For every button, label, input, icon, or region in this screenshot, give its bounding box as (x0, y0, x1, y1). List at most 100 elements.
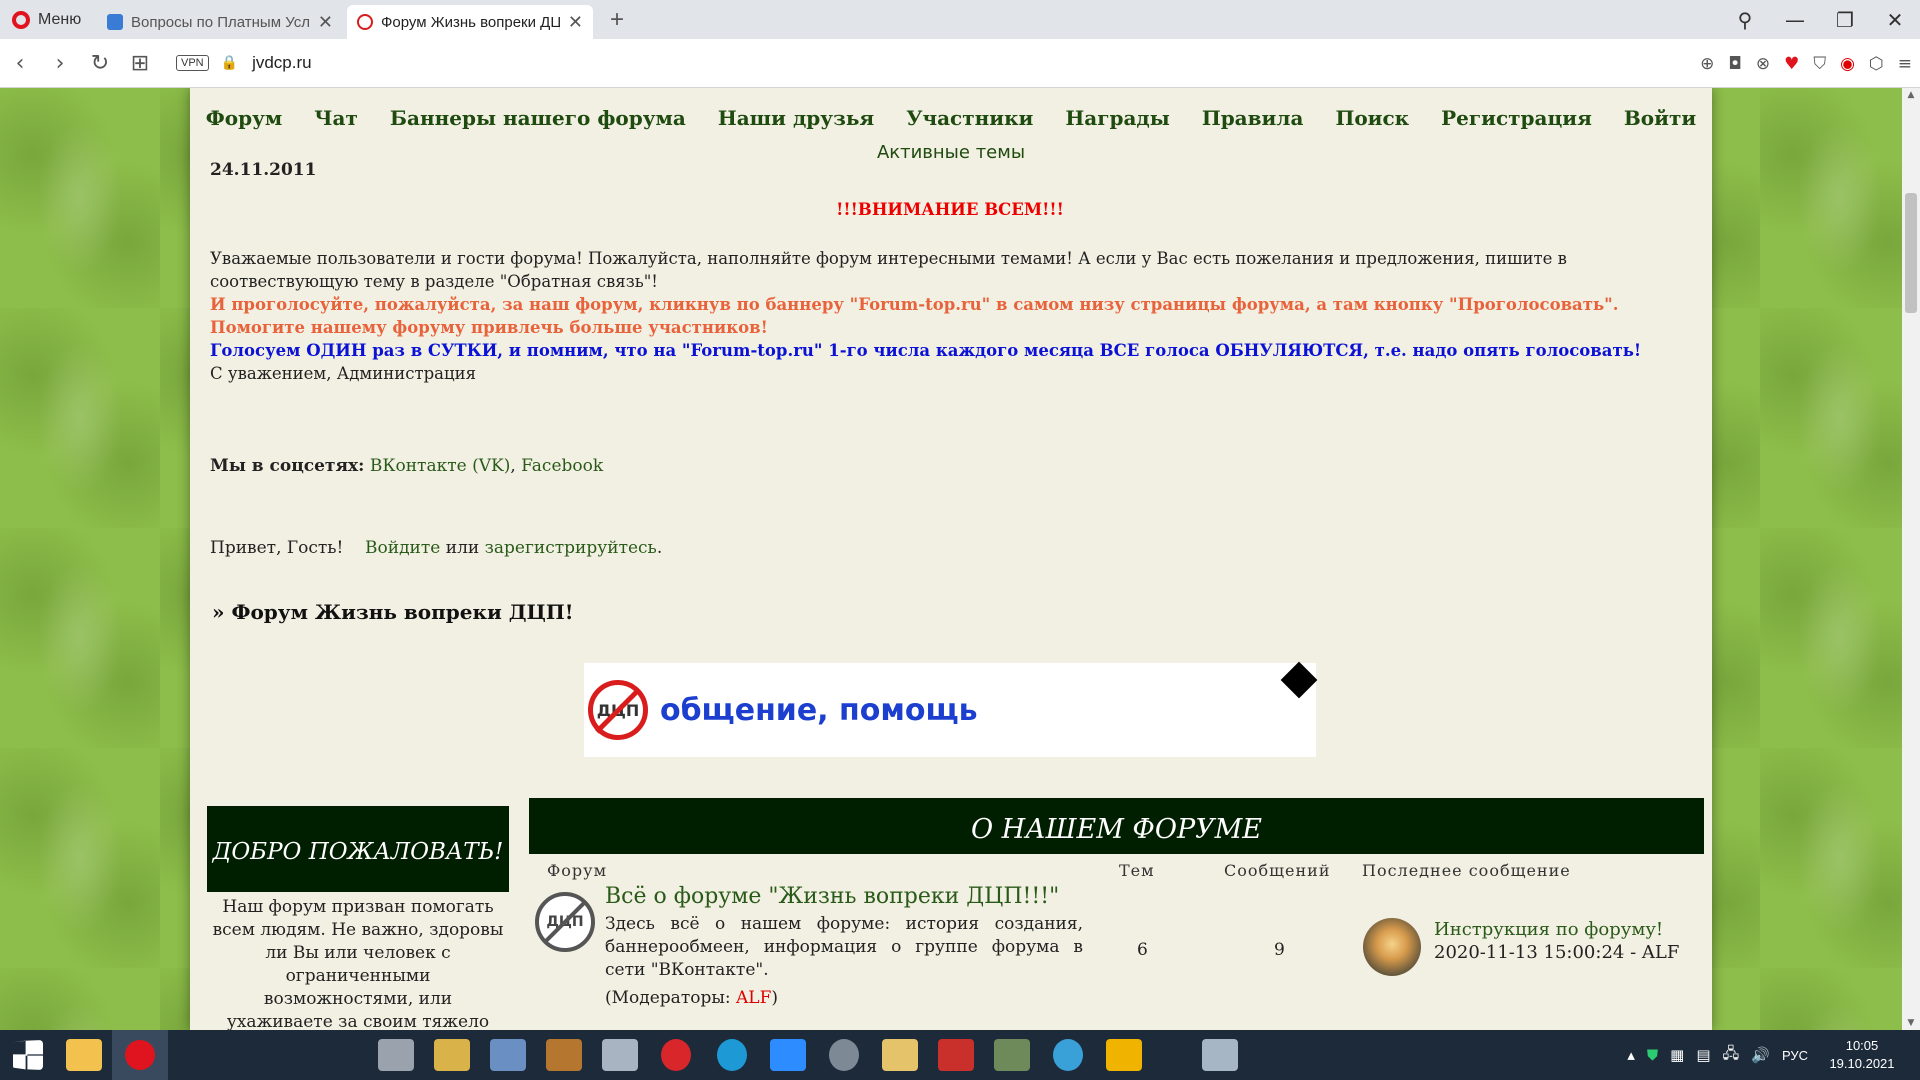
restore-icon[interactable]: ❐ (1820, 8, 1870, 32)
c-app-icon (1053, 1039, 1083, 1071)
nav-members[interactable]: Участники (906, 106, 1033, 130)
forum-row: ДЦП Всё о форуме "Жизнь вопреки ДЦП!!!" … (529, 880, 1704, 1020)
close-tab-icon[interactable]: ✕ (318, 12, 333, 33)
block-icon[interactable]: ⊗ (1756, 54, 1770, 74)
cube-icon[interactable]: ⬡ (1869, 54, 1884, 74)
last-post-link[interactable]: Инструкция по форуму! (1434, 918, 1679, 941)
active-topics-link[interactable]: Активные темы (190, 142, 1712, 163)
attention-heading: !!!ВНИМАНИЕ ВСЕМ!!! (836, 200, 1064, 219)
taskbar-app-mail[interactable] (56, 1030, 112, 1080)
taskbar-app-2[interactable] (424, 1030, 480, 1080)
nav-register[interactable]: Регистрация (1441, 106, 1592, 130)
opera-menu-button[interactable]: Меню (0, 0, 97, 39)
taskbar-app-opera[interactable] (112, 1030, 168, 1080)
clock-date: 19.10.2021 (1829, 1056, 1895, 1071)
menu-label: Меню (38, 10, 82, 28)
register-link[interactable]: зарегистрируйтесь (485, 538, 657, 558)
url-field[interactable]: jvdcp.ru (252, 53, 312, 73)
login-link[interactable]: Войдите (365, 538, 440, 558)
taskbar-app-5[interactable] (592, 1030, 648, 1080)
windows-taskbar: ▴ ⛊ ▦ ▤ 🖧 🔊 РУС 10:05 19.10.2021 (0, 1030, 1920, 1080)
tabs-grid-icon[interactable]: ⊞ (120, 51, 160, 76)
language-indicator[interactable]: РУС (1782, 1048, 1808, 1063)
announcement: !!!ВНИМАНИЕ ВСЕМ!!! Уважаемые пользовате… (210, 198, 1690, 385)
taskbar-app-6[interactable] (648, 1030, 704, 1080)
taskbar-app-3[interactable] (480, 1030, 536, 1080)
opera-logo-icon (12, 10, 30, 29)
page-date: 24.11.2011 (210, 160, 317, 180)
section-title: О НАШЕМ ФОРУМЕ (529, 798, 1704, 854)
greeting-text: Привет, Гость! (210, 538, 344, 558)
taskbar-app-9[interactable] (816, 1030, 872, 1080)
scroll-thumb[interactable] (1905, 193, 1917, 313)
forum-page: Форум Чат Баннеры нашего форума Наши дру… (190, 88, 1712, 1030)
start-button[interactable] (0, 1030, 56, 1080)
nav-friends[interactable]: Наши друзья (718, 106, 874, 130)
tab-forum[interactable]: Форум Жизнь вопреки ДЦ ✕ (347, 5, 593, 39)
taskbar-app-10[interactable] (872, 1030, 928, 1080)
scroll-down-icon[interactable]: ▼ (1902, 1018, 1920, 1028)
clock-time: 10:05 (1845, 1038, 1879, 1053)
shield-icon[interactable]: ⛉ (1813, 54, 1826, 74)
taskbar-app-4[interactable] (536, 1030, 592, 1080)
close-window-icon[interactable]: ✕ (1870, 8, 1920, 32)
heart-icon[interactable]: ♥ (1784, 54, 1799, 74)
back-icon[interactable]: ‹ (0, 51, 40, 76)
nav-chat[interactable]: Чат (314, 106, 358, 130)
reload-icon[interactable]: ↻ (80, 51, 120, 76)
tab-questions[interactable]: Вопросы по Платным Усл ✕ (97, 5, 343, 39)
moderator-link[interactable]: ALF (736, 988, 771, 1008)
tray-expand-icon[interactable]: ▴ (1627, 1046, 1635, 1064)
messages-count: 9 (1274, 940, 1285, 960)
nav-search[interactable]: Поиск (1335, 106, 1409, 130)
nav-forum[interactable]: Форум (206, 106, 282, 130)
taskbar-recycle[interactable] (1192, 1030, 1248, 1080)
facebook-link[interactable]: Facebook (521, 456, 603, 476)
vpn-badge[interactable]: VPN (176, 55, 209, 71)
taskbar-app-13[interactable] (1040, 1030, 1096, 1080)
taskbar-app-11[interactable] (928, 1030, 984, 1080)
new-tab-icon[interactable]: + (597, 6, 637, 34)
opera-app-icon (125, 1040, 155, 1070)
app-tray-icon[interactable]: ▦ (1670, 1046, 1684, 1064)
taskbar-app-7[interactable] (704, 1030, 760, 1080)
nav-login[interactable]: Войти (1624, 106, 1696, 130)
nav-awards[interactable]: Награды (1065, 106, 1169, 130)
usb-icon[interactable]: ▤ (1696, 1046, 1710, 1064)
camera-icon[interactable]: ◘ (1728, 54, 1741, 74)
forum-title-link[interactable]: Всё о форуме "Жизнь вопреки ДЦП!!!" (605, 884, 1083, 909)
breadcrumb[interactable]: » Форум Жизнь вопреки ДЦП! (212, 600, 574, 624)
taskbar-app-12[interactable] (984, 1030, 1040, 1080)
vk-link[interactable]: ВКонтакте (VK) (370, 456, 511, 476)
recycle-bin-icon (1202, 1039, 1238, 1071)
taskbar-app-1[interactable] (368, 1030, 424, 1080)
clock[interactable]: 10:05 19.10.2021 (1820, 1037, 1904, 1073)
close-tab-icon[interactable]: ✕ (568, 12, 583, 33)
volume-icon[interactable]: 🔊 (1751, 1046, 1770, 1064)
col-messages: Сообщений (1224, 861, 1331, 880)
ad-choices-icon[interactable] (1280, 661, 1318, 699)
minimize-icon[interactable]: — (1770, 8, 1820, 32)
broadcast-icon[interactable]: ◉ (1840, 54, 1855, 74)
nav-banners[interactable]: Баннеры нашего форума (390, 106, 686, 130)
menu-lines-icon[interactable]: ≡ (1898, 54, 1912, 74)
banner-text: общение, помощь (660, 692, 978, 728)
search-tabs-icon[interactable]: ⚲ (1720, 8, 1770, 32)
nav-rules[interactable]: Правила (1202, 106, 1304, 130)
app-icon (378, 1039, 414, 1071)
mail-app-icon (66, 1039, 102, 1071)
forward-icon[interactable]: › (40, 51, 80, 76)
last-post-avatar[interactable] (1363, 918, 1421, 976)
triangle-app-icon (1106, 1039, 1142, 1071)
dcp-logo-icon: ДЦП (588, 680, 648, 740)
lock-icon[interactable]: 🔒 (221, 55, 238, 71)
network-icon[interactable]: 🖧 (1723, 1043, 1740, 1068)
zoom-icon[interactable]: ⊕ (1700, 54, 1714, 74)
ad-banner[interactable]: ДЦП общение, помощь (584, 661, 1318, 757)
scroll-up-icon[interactable]: ▲ (1902, 90, 1920, 100)
taskbar-app-8[interactable] (760, 1030, 816, 1080)
security-icon[interactable]: ⛊ (1647, 1046, 1658, 1064)
page-scrollbar[interactable]: ▲ ▼ (1902, 88, 1920, 1030)
guest-greeting: Привет, Гость! Войдите или зарегистрируй… (210, 538, 662, 558)
taskbar-app-14[interactable] (1096, 1030, 1152, 1080)
